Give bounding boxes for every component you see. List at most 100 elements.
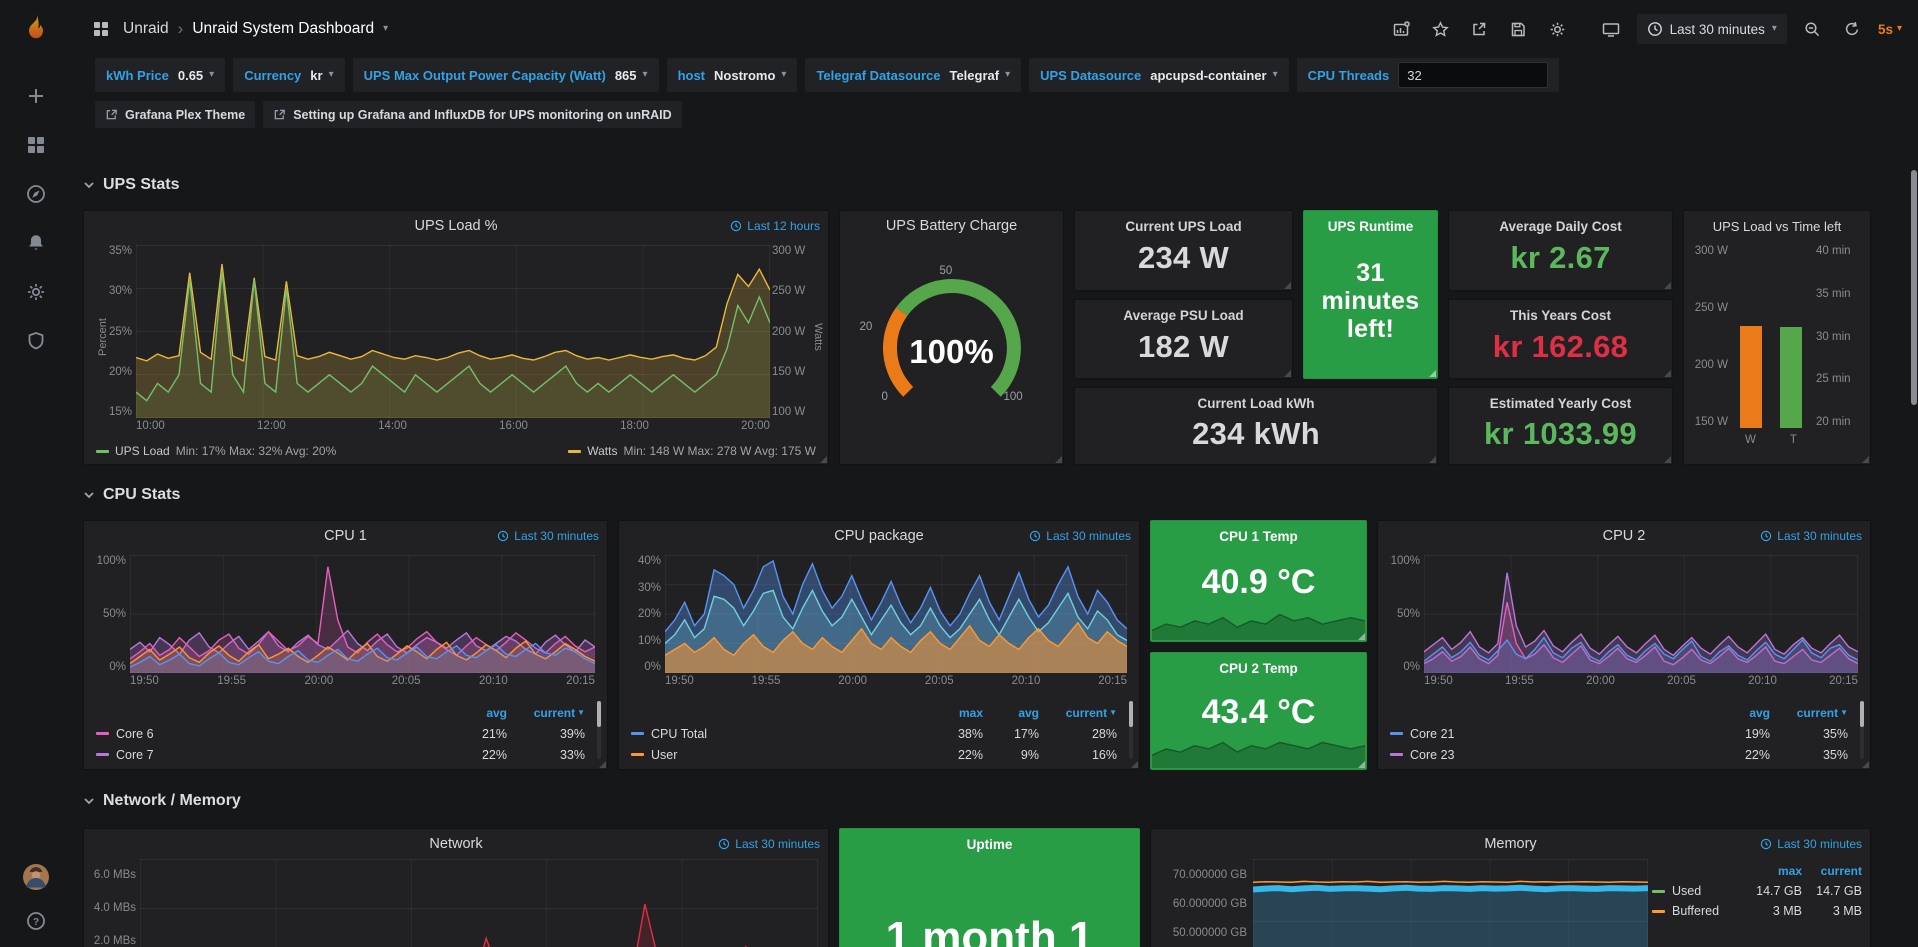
legend-series-core21[interactable]: Core 21 [1390, 727, 1706, 741]
ups-load-chart[interactable] [136, 245, 770, 418]
network-chart[interactable] [140, 859, 818, 947]
panel-ups-runtime: UPS Runtime 31 minutes left! [1303, 210, 1438, 379]
stat-title[interactable]: CPU 1 Temp [1151, 529, 1366, 544]
stat-title[interactable]: Average PSU Load [1075, 308, 1292, 323]
clock-icon [718, 838, 730, 850]
panel-title[interactable]: UPS Battery Charge [886, 218, 1017, 234]
legend-item-watts[interactable]: Watts Min: 148 W Max: 278 W Avg: 175 W [568, 444, 816, 458]
legend-item-ups-load[interactable]: UPS Load Min: 17% Max: 32% Avg: 20% [96, 444, 336, 458]
legend-series-core23[interactable]: Core 23 [1390, 748, 1706, 762]
legend-header-current[interactable]: current▼ [507, 706, 585, 720]
cpu1-chart[interactable] [130, 555, 595, 673]
variable-cpu-threads[interactable]: CPU Threads [1297, 58, 1560, 92]
variable-currency[interactable]: Currency kr▾ [233, 58, 344, 92]
axis-tick: 19:55 [1505, 675, 1534, 689]
variable-ups-datasource[interactable]: UPS Datasource apcupsd-container▾ [1029, 58, 1288, 92]
section-title: UPS Stats [103, 176, 179, 194]
legend-scrollbar[interactable] [1860, 701, 1864, 759]
link-grafana-plex-theme[interactable]: Grafana Plex Theme [95, 101, 255, 128]
battery-gauge[interactable]: 100% 0 20 50 100 [852, 263, 1052, 419]
panel-title[interactable]: CPU 2 [1603, 528, 1646, 544]
alerting-bell-icon[interactable] [26, 233, 46, 253]
legend-series-used[interactable]: Used [1652, 884, 1742, 898]
legend-scrollbar[interactable] [597, 701, 601, 759]
time-badge[interactable]: Last 30 minutes [1029, 529, 1131, 543]
panel-title[interactable]: CPU 1 [324, 528, 367, 544]
legend-series-cpu-total[interactable]: CPU Total [631, 727, 927, 741]
time-badge[interactable]: Last 30 minutes [718, 837, 820, 851]
svg-text:?: ? [33, 917, 39, 928]
legend-table: avg current▼ Core 6 21% 39% Core 7 22% 3… [96, 702, 585, 765]
ups-bars-chart[interactable] [1734, 245, 1808, 428]
time-badge[interactable]: Last 30 minutes [497, 529, 599, 543]
stat-title[interactable]: This Years Cost [1449, 308, 1672, 323]
legend-series-core7[interactable]: Core 7 [96, 748, 443, 762]
create-icon[interactable] [26, 86, 46, 106]
axis-tick: 40% [638, 555, 661, 567]
legend-header-avg[interactable]: avg [983, 706, 1039, 720]
time-badge[interactable]: Last 12 hours [730, 219, 820, 233]
stat-title[interactable]: CPU 2 Temp [1151, 661, 1366, 676]
legend-series-user[interactable]: User [631, 748, 927, 762]
panel-title[interactable]: Network [429, 836, 482, 852]
bar-W[interactable] [1740, 245, 1762, 428]
axis-tick: 18:00 [620, 420, 649, 436]
link-ups-monitoring-guide[interactable]: Setting up Grafana and InfluxDB for UPS … [263, 101, 681, 128]
temp-sparkline [1152, 736, 1365, 768]
panel-cpu2: CPU 2 Last 30 minutes 100%50%0% 19:5019:… [1377, 520, 1871, 770]
stat-title[interactable]: Average Daily Cost [1449, 219, 1672, 234]
help-icon[interactable]: ? [26, 911, 46, 931]
axis-tick: 20:10 [479, 675, 508, 689]
template-variables: kWh Price 0.65▾ Currency kr▾ UPS Max Out… [95, 58, 1918, 92]
time-badge[interactable]: Last 30 minutes [1760, 837, 1862, 851]
section-cpu-stats[interactable]: CPU Stats [83, 486, 180, 504]
legend-series-core6[interactable]: Core 6 [96, 727, 443, 741]
page-scrollbar[interactable] [1910, 0, 1918, 947]
cpu2-chart[interactable] [1424, 555, 1858, 673]
axis-tick: 30 min [1816, 331, 1851, 343]
panel-title[interactable]: UPS Load % [414, 218, 497, 234]
legend-scrollbar[interactable] [1129, 701, 1133, 759]
stat-title[interactable]: UPS Runtime [1304, 219, 1437, 234]
panel-title[interactable]: UPS Load vs Time left [1713, 219, 1842, 234]
stat-title[interactable]: Current Load kWh [1075, 396, 1437, 411]
legend-header-max[interactable]: max [927, 706, 983, 720]
panel-title[interactable]: CPU package [834, 528, 923, 544]
cpu-threads-input[interactable] [1398, 62, 1548, 88]
grafana-logo-icon[interactable] [22, 12, 50, 40]
variable-kwh-price[interactable]: kWh Price 0.65▾ [95, 58, 225, 92]
legend-header-avg[interactable]: avg [443, 706, 507, 720]
time-badge-label: Last 30 minutes [1046, 529, 1131, 543]
legend-table: max current Used 14.7 GB 14.7 GB Buffere… [1652, 861, 1862, 921]
stat-value: 234 kWh [1075, 416, 1437, 452]
legend-header-current[interactable]: current▼ [1039, 706, 1117, 720]
legend-series-buffered[interactable]: Buffered [1652, 904, 1742, 918]
explore-compass-icon[interactable] [26, 184, 46, 204]
stat-title[interactable]: Current UPS Load [1075, 219, 1292, 234]
axis-tick: 100 W [772, 406, 805, 418]
variable-ups-max-output[interactable]: UPS Max Output Power Capacity (Watt) 865… [353, 58, 659, 92]
legend-header-current[interactable]: current▼ [1770, 706, 1848, 720]
axis-tick: 10% [638, 635, 661, 647]
server-admin-shield-icon[interactable] [26, 331, 46, 351]
stat-title[interactable]: Estimated Yearly Cost [1449, 396, 1672, 411]
axis-tick: 300 W [772, 245, 805, 257]
bar-T[interactable] [1780, 245, 1802, 428]
legend-header-current[interactable]: current [1802, 864, 1862, 878]
section-ups-stats[interactable]: UPS Stats [83, 176, 179, 194]
legend-header-avg[interactable]: avg [1706, 706, 1770, 720]
configuration-gear-icon[interactable] [26, 282, 46, 302]
variable-telegraf-datasource[interactable]: Telegraf Datasource Telegraf▾ [805, 58, 1021, 92]
time-badge[interactable]: Last 30 minutes [1760, 529, 1862, 543]
variable-value: 0.65 [178, 68, 203, 83]
dashboards-icon[interactable] [26, 135, 46, 155]
panel-title[interactable]: Memory [1484, 836, 1536, 852]
cpu-package-chart[interactable] [665, 555, 1127, 673]
stat-title[interactable]: Uptime [840, 837, 1139, 852]
legend-header-max[interactable]: max [1742, 864, 1802, 878]
memory-chart[interactable] [1253, 859, 1648, 947]
section-network-memory[interactable]: Network / Memory [83, 792, 241, 810]
page-scrollbar-thumb[interactable] [1911, 170, 1917, 405]
user-avatar[interactable] [22, 863, 50, 891]
variable-host[interactable]: host Nostromo▾ [667, 58, 798, 92]
